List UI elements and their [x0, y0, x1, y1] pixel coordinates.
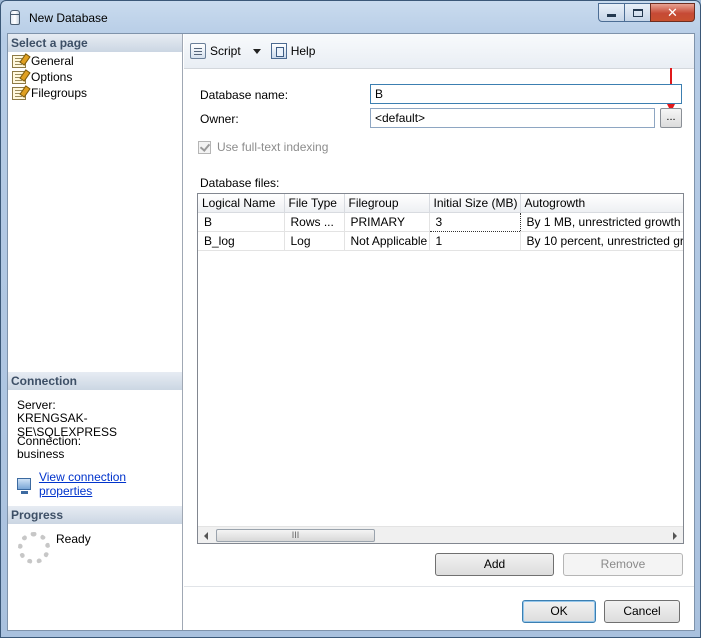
connection-value: business — [17, 447, 65, 461]
table-cell[interactable]: Rows ... — [284, 212, 345, 232]
table-cell[interactable]: 1 — [429, 231, 521, 251]
page-item-filegroups[interactable]: Filegroups — [12, 85, 87, 101]
table-cell[interactable]: B — [198, 212, 285, 232]
maximize-button[interactable] — [624, 3, 651, 22]
progress-spinner-icon — [18, 532, 50, 564]
remove-button[interactable]: Remove — [563, 553, 683, 576]
connection-heading: Connection — [8, 372, 182, 390]
page-icon — [12, 70, 26, 84]
cancel-button[interactable]: Cancel — [604, 600, 680, 623]
maximize-icon — [632, 8, 643, 17]
close-icon: ✕ — [667, 4, 678, 20]
table-cell[interactable]: 3 — [428, 211, 521, 232]
window-controls: ✕ — [598, 3, 695, 22]
add-button[interactable]: Add — [435, 553, 554, 576]
column-header[interactable]: Initial Size (MB) — [429, 194, 521, 213]
owner-input[interactable] — [370, 108, 655, 128]
page-icon — [12, 54, 26, 68]
table-header-row: Logical Name File Type Filegroup Initial… — [198, 194, 683, 213]
page-item-label: General — [31, 54, 74, 68]
table-row[interactable]: B_log Log Not Applicable 1 By 10 percent… — [198, 231, 683, 251]
scrollbar-thumb[interactable]: III — [216, 529, 375, 542]
table-cell[interactable]: PRIMARY — [344, 212, 430, 232]
ok-button[interactable]: OK — [522, 600, 596, 623]
owner-label: Owner: — [200, 112, 239, 126]
table-cell[interactable]: Not Applicable — [344, 231, 430, 251]
database-files-grid[interactable]: Logical Name File Type Filegroup Initial… — [197, 193, 684, 544]
column-header[interactable]: Logical Name — [198, 194, 285, 213]
database-name-input[interactable] — [370, 84, 682, 104]
help-icon — [270, 43, 287, 59]
general-page: Script Help Database name: Owner: ... Us… — [184, 34, 694, 586]
fulltext-indexing-checkbox: Use full-text indexing — [198, 140, 328, 154]
page-item-label: Options — [31, 70, 73, 84]
table-cell[interactable]: Log — [284, 231, 345, 251]
select-page-heading: Select a page — [8, 34, 182, 52]
page-item-label: Filegroups — [31, 86, 88, 100]
toolbar: Script Help — [184, 34, 694, 69]
progress-heading: Progress — [8, 506, 182, 524]
script-icon — [190, 43, 206, 59]
title-bar[interactable]: New Database ✕ — [1, 1, 700, 33]
help-button[interactable]: Help — [270, 43, 316, 59]
scroll-left-icon[interactable] — [204, 532, 208, 540]
chevron-down-icon[interactable] — [252, 48, 261, 54]
table-cell[interactable]: B_log — [198, 231, 285, 251]
page-icon — [12, 86, 26, 100]
fulltext-indexing-label: Use full-text indexing — [217, 140, 329, 154]
window-title: New Database — [29, 11, 108, 25]
view-connection-properties-link[interactable]: View connection properties — [17, 470, 182, 498]
database-name-label: Database name: — [200, 88, 289, 102]
page-item-general[interactable]: General — [12, 53, 74, 69]
script-label: Script — [210, 44, 241, 58]
column-header[interactable]: Filegroup — [344, 194, 430, 213]
script-button[interactable]: Script — [190, 43, 261, 59]
database-icon — [10, 10, 20, 25]
column-header[interactable]: File Type — [284, 194, 345, 213]
close-button[interactable]: ✕ — [650, 3, 695, 22]
table-cell[interactable]: By 10 percent, unrestricted growth — [520, 231, 683, 251]
checkbox-icon — [198, 140, 211, 154]
page-item-options[interactable]: Options — [12, 69, 72, 85]
left-pane: Select a page General Options Filegroups… — [8, 34, 183, 630]
view-connection-properties-label: View connection properties — [38, 470, 127, 498]
minimize-icon — [607, 14, 616, 17]
connection-label: Connection: — [17, 434, 82, 448]
table-row[interactable]: B Rows ... PRIMARY 3 By 1 MB, unrestrict… — [198, 211, 683, 232]
help-label: Help — [290, 44, 316, 58]
table-cell[interactable]: By 1 MB, unrestricted growth — [520, 212, 683, 232]
database-files-label: Database files: — [200, 176, 280, 190]
minimize-button[interactable] — [598, 3, 625, 22]
dialog-button-bar: OK Cancel — [184, 586, 694, 630]
scroll-right-icon[interactable] — [673, 532, 677, 540]
database-files-table: Logical Name File Type Filegroup Initial… — [198, 194, 683, 251]
connection-properties-icon — [17, 478, 31, 494]
owner-browse-button[interactable]: ... — [660, 108, 682, 128]
column-header[interactable]: Autogrowth — [520, 194, 683, 213]
dialog-client-area: Select a page General Options Filegroups… — [7, 33, 695, 631]
progress-status: Ready — [56, 532, 91, 546]
server-label: Server: — [17, 398, 56, 412]
new-database-window: New Database ✕ Select a page General Opt… — [0, 0, 701, 638]
horizontal-scrollbar[interactable]: III — [198, 526, 683, 543]
